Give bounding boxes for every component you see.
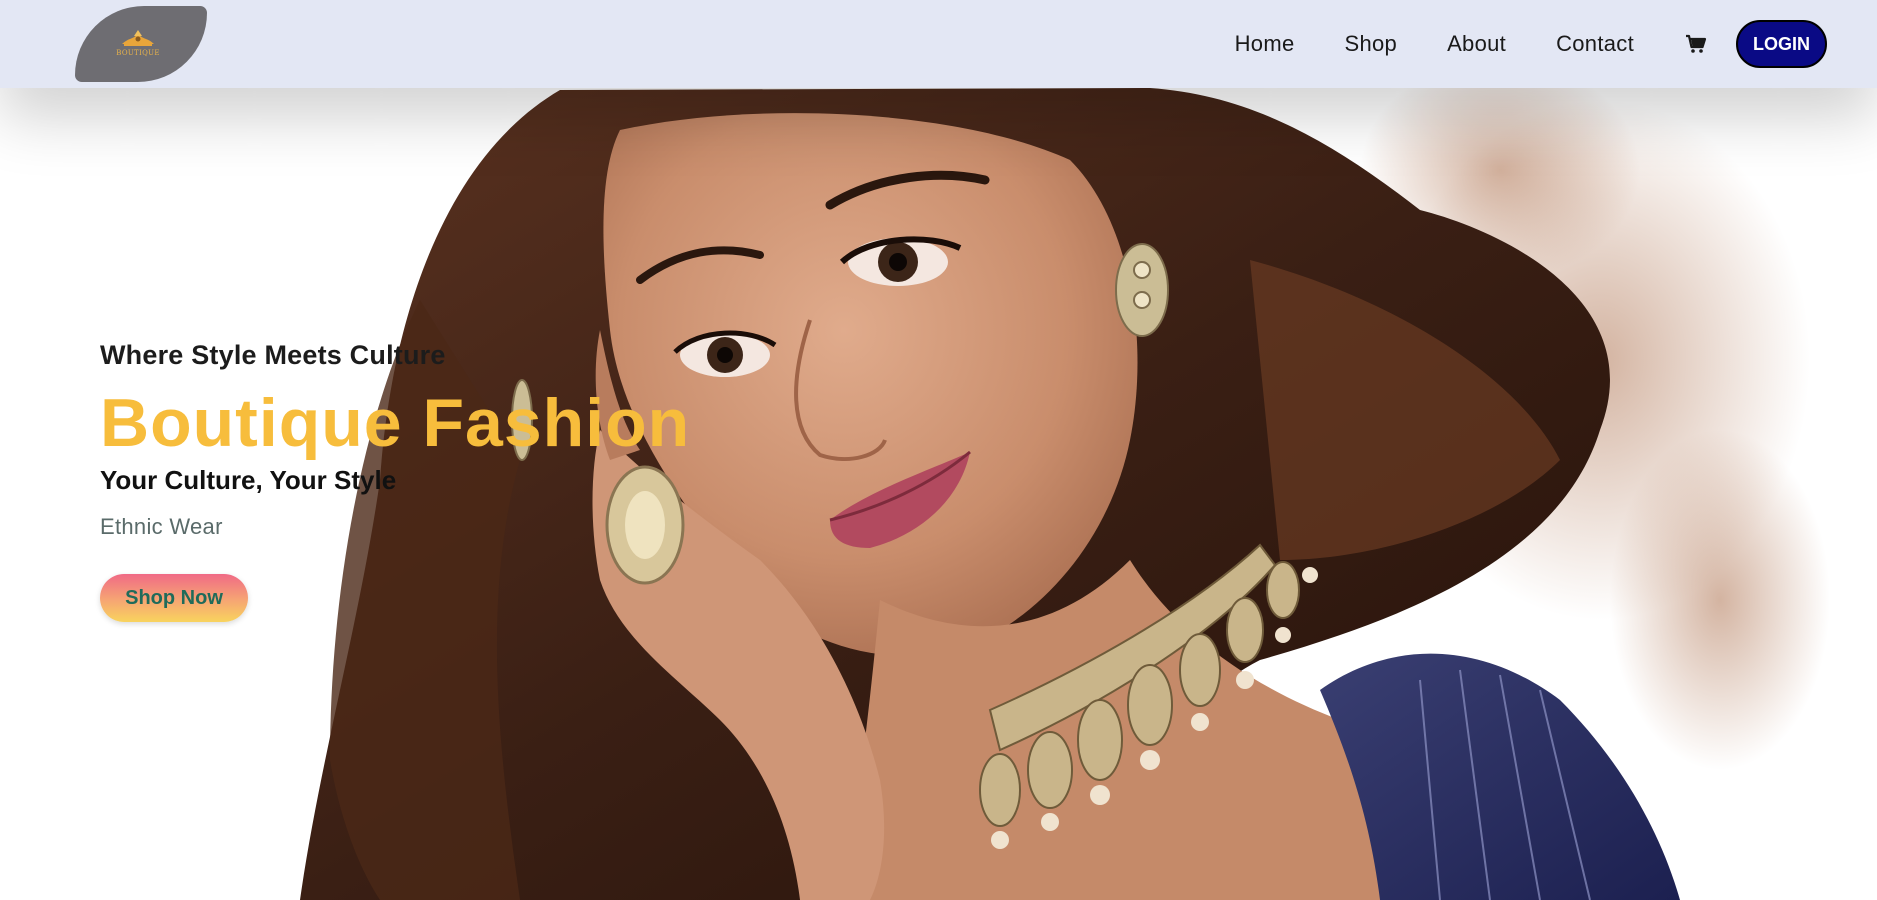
nav-shop[interactable]: Shop (1344, 31, 1397, 57)
shop-now-button[interactable]: Shop Now (100, 574, 248, 622)
hero-title: Boutique Fashion (100, 385, 691, 461)
nav-contact[interactable]: Contact (1556, 31, 1634, 57)
cart-icon-glyph (1686, 34, 1707, 53)
login-button[interactable]: LOGIN (1736, 20, 1827, 68)
cart-icon[interactable] (1684, 32, 1708, 56)
crown-crest-icon (122, 29, 154, 46)
hero-section: Where Style Meets Culture Boutique Fashi… (0, 0, 1877, 900)
logo-text: BOUTIQUE (116, 48, 160, 57)
nav-home[interactable]: Home (1235, 31, 1295, 57)
hero-tagline: Where Style Meets Culture (100, 340, 446, 370)
logo[interactable]: BOUTIQUE (75, 6, 207, 82)
nav-about[interactable]: About (1447, 31, 1506, 57)
navbar: BOUTIQUE Home Shop About Contact LOGIN (0, 0, 1877, 88)
hero-text-block: Where Style Meets Culture Boutique Fashi… (100, 340, 690, 622)
nav-links: Home Shop About Contact LOGIN (1235, 0, 1877, 88)
logo-mark: BOUTIQUE (116, 28, 160, 57)
hero-category: Ethnic Wear (100, 514, 223, 539)
hero-subtitle: Your Culture, Your Style (100, 465, 397, 495)
